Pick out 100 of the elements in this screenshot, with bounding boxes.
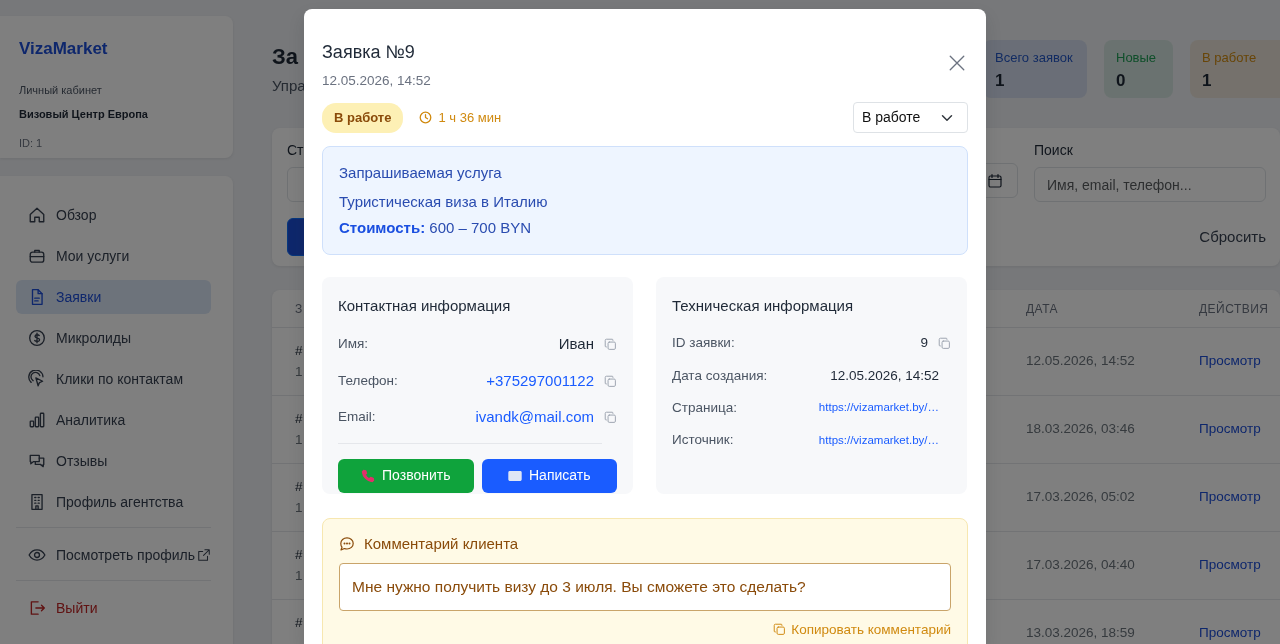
table-cell: 17.03.2026, 05:02 [1026,489,1135,505]
copy-button[interactable] [938,336,951,350]
table-cell: # [295,343,303,359]
stat-label: В работе [1202,49,1258,67]
field-label: Телефон: [338,371,398,390]
card-title: Контактная информация [338,295,512,316]
logout-link[interactable]: Выйти [16,591,211,625]
view-link[interactable]: Просмотр [1199,623,1261,644]
service-price: Стоимость: 600 – 700 BYN [339,218,533,238]
stat-label: Новые [1116,49,1158,67]
comment-text: Мне нужно получить визу до 3 июля. Вы сможете это сделать? [339,563,951,611]
reset-link[interactable]: Сбросить [1199,226,1266,249]
copy-icon [604,338,617,351]
copy-button[interactable] [604,411,617,424]
elapsed-time: 1 ч 36 мин [438,109,502,127]
table-cell: 12.05.2026, 14:52 [1026,353,1135,369]
write-button[interactable]: Написать [481,458,617,493]
chat-icon [28,452,46,470]
table-cell: 1 [295,567,303,583]
url-link[interactable]: https://vizamarket.by/… [818,431,939,449]
dollar-icon [28,329,46,347]
table-cell: # [295,614,303,630]
account-id: ID: 1 [19,135,44,151]
search-label: Поиск [1034,141,1074,160]
bar-chart-icon [28,411,46,429]
call-button[interactable]: Позвонить [338,458,474,493]
table-cell: # [295,479,303,495]
nav-item[interactable]: Микролиды [16,321,211,355]
stat-label: Всего заявок [995,49,1074,67]
page-title: За [272,43,300,71]
url-link[interactable]: https://vizamarket.by/… [818,399,939,417]
field-value: Иван [558,334,594,355]
view-link[interactable]: Просмотр [1199,351,1261,372]
service-name: Туристическая виза в Италию [339,191,549,212]
click-icon [28,370,46,388]
comment-title: Комментарий клиента [364,533,519,554]
eye-icon [28,546,46,564]
building-icon [28,493,46,511]
table-cell: 18.03.2026, 03:46 [1026,421,1135,437]
field-label: Страница: [672,398,737,417]
table-cell: 1 [295,431,303,447]
page-subtitle: Упра [272,76,306,96]
copy-icon [773,623,787,637]
contact-link[interactable]: +375297001122 [486,369,594,393]
field-value: 12.05.2026, 14:52 [830,366,939,385]
copy-icon [604,374,617,388]
dialog-title: Заявка №9 [322,41,416,64]
copy-comment-link[interactable]: Копировать комментарий [773,619,951,640]
nav-item[interactable]: Мои услуги [16,239,211,273]
table-cell: # [295,411,303,427]
nav-item[interactable]: Заявки [16,280,211,314]
chat-icon [339,536,355,552]
table-cell: 1 [295,363,303,379]
search-field[interactable]: Имя, email, телефон... [1034,167,1266,202]
field-label: Email: [338,408,376,427]
copy-button[interactable] [604,374,617,388]
stat-value: 1 [995,69,1006,92]
home-icon [28,206,46,224]
copy-button[interactable] [604,338,617,351]
field-label: Дата создания: [672,366,768,385]
phone-icon [361,468,376,483]
nav-item[interactable]: Обзор [16,198,211,232]
filter-label: Ст [287,141,305,160]
briefcase-icon [28,247,46,265]
nav-item[interactable]: Аналитика [16,403,211,437]
field-label: ID заявки: [672,334,735,353]
calendar-icon [987,172,1003,189]
view-profile-link[interactable]: Посмотреть профиль [16,538,225,572]
contact-link[interactable]: ivandk@mail.com [475,406,594,429]
external-link-icon [197,548,212,562]
card-title: Техническая информация [672,295,855,316]
table-cell: 13.03.2026, 18:59 [1026,625,1135,641]
nav-item[interactable]: Клики по контактам [16,362,211,396]
column-header: ДЕЙСТВИЯ [1199,300,1269,318]
close-icon [948,53,966,72]
field-value: 9 [920,334,928,353]
table-cell: 17.03.2026, 04:40 [1026,557,1135,573]
created-date: 12.05.2026, 14:52 [322,72,431,90]
table-cell: 1 [295,499,303,515]
field-label: Имя: [338,335,369,354]
brand-name[interactable]: VizaMarket [19,36,214,62]
service-heading: Запрашиваемая услуга [339,163,503,183]
account-label: Личный кабинет [19,82,103,98]
nav-item[interactable]: Профиль агентства [16,485,211,519]
table-cell: # [295,547,303,563]
stat-value: 1 [1202,69,1213,92]
column-header: З [295,301,303,316]
agency-name: Визовый Центр Европа [19,107,149,122]
envelope-icon [508,468,522,483]
view-link[interactable]: Просмотр [1199,419,1261,440]
logout-icon [28,599,46,617]
stat-value: 0 [1116,69,1127,92]
copy-icon [604,411,617,424]
view-link[interactable]: Просмотр [1199,487,1261,508]
copy-icon [938,336,951,350]
nav-item[interactable]: Отзывы [16,444,211,478]
status-select[interactable]: В работе [853,102,968,134]
column-header: ДАТА [1026,301,1059,316]
field-label: Источник: [672,431,734,449]
view-link[interactable]: Просмотр [1199,555,1261,576]
